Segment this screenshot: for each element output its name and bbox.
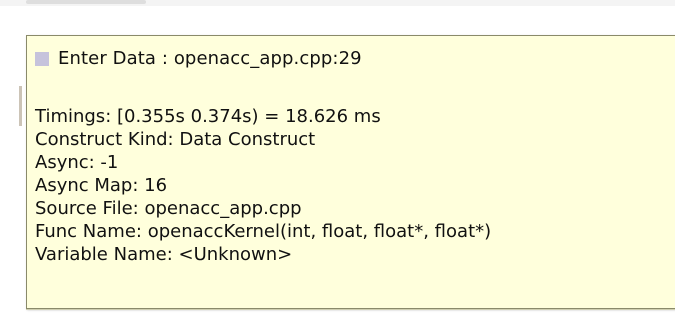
tooltip-details: Timings: [0.355s 0.374s) = 18.626 ms Con… — [35, 105, 491, 266]
func-name-line: Func Name: openaccKernel(int, float, flo… — [35, 221, 492, 242]
source-file-line: Source File: openacc_app.cpp — [35, 198, 302, 219]
async-line: Async: -1 — [35, 152, 119, 173]
event-color-swatch-icon — [35, 51, 49, 66]
tooltip-header: Enter Data : openacc_app.cpp:29 — [35, 46, 362, 70]
background-app-fragment — [19, 86, 22, 126]
tooltip-title: Enter Data : openacc_app.cpp:29 — [58, 47, 362, 69]
async-map-line: Async Map: 16 — [35, 175, 168, 196]
background-app-edge — [0, 322, 675, 333]
timings-line: Timings: [0.355s 0.374s) = 18.626 ms — [35, 106, 381, 127]
variable-name-line: Variable Name: <Unknown> — [35, 244, 293, 265]
background-app-fragment — [26, 0, 146, 4]
construct-kind-line: Construct Kind: Data Construct — [35, 129, 316, 150]
event-tooltip: Enter Data : openacc_app.cpp:29 Timings:… — [26, 35, 675, 309]
